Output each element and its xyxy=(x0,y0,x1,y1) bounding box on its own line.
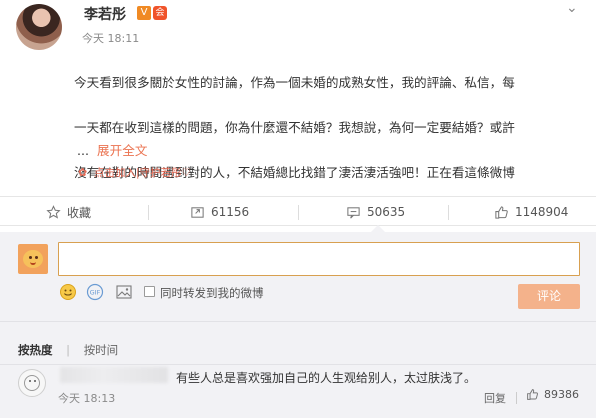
avatar-sketch xyxy=(24,375,40,391)
share-to-my-weibo-label[interactable]: 同时转发到我的微博 xyxy=(160,285,264,301)
commenter-name-blurred[interactable] xyxy=(60,367,168,383)
avatar-eye xyxy=(34,380,36,382)
expand-row: ... 展开全文 xyxy=(77,140,147,159)
divider xyxy=(0,321,596,322)
post-time[interactable]: 今天 18:11 xyxy=(82,30,139,46)
avatar-eye xyxy=(35,256,38,259)
like-count: 1148904 xyxy=(515,205,569,219)
divider xyxy=(516,392,517,404)
comment-like-button[interactable]: 89386 xyxy=(526,388,579,401)
comment-like-count: 89386 xyxy=(544,388,579,401)
sort-by-hot-tab[interactable]: 按热度 xyxy=(18,343,53,357)
flower-icon: ✿ xyxy=(78,165,88,179)
expand-full-text-link[interactable]: 展开全文 xyxy=(97,143,147,158)
comment-input[interactable] xyxy=(58,242,580,276)
join-fan-group-link[interactable]: ✿ 点击加入|守护若彤♡ xyxy=(78,165,191,180)
vip-badge: 会 xyxy=(153,6,167,20)
avatar-face xyxy=(23,250,43,268)
join-text[interactable]: 点击加入|守护若彤♡ xyxy=(94,165,191,180)
divider xyxy=(448,205,449,220)
avatar-eye xyxy=(29,256,32,259)
post-body-line: 今天看到很多關於女性的討論，作為一個未婚的成熟女性，我的評論、私信，每 xyxy=(74,74,515,90)
author-avatar[interactable] xyxy=(16,4,62,50)
action-bar: 收藏 61156 50635 1148904 xyxy=(0,196,596,226)
gif-icon[interactable]: GIF xyxy=(86,283,104,301)
commenter-avatar[interactable] xyxy=(18,369,46,397)
sort-separator: | xyxy=(66,343,71,357)
svg-text:GIF: GIF xyxy=(90,289,101,297)
active-tab-caret xyxy=(371,225,385,232)
emoji-icon[interactable] xyxy=(59,283,77,301)
chevron-down-icon[interactable]: ⌄ xyxy=(566,0,578,16)
favorite-label: 收藏 xyxy=(67,205,92,220)
submit-comment-button[interactable]: 评论 xyxy=(518,284,580,309)
avatar-eye xyxy=(29,380,31,382)
comment-text: 有些人总是喜欢强加自己的人生观给别人，太过肤浅了。 xyxy=(176,371,477,385)
comment-count: 50635 xyxy=(367,205,406,219)
forward-button[interactable]: 61156 xyxy=(190,197,249,227)
star-icon xyxy=(46,204,61,219)
comment-icon xyxy=(347,206,360,218)
sort-by-time-tab[interactable]: 按时间 xyxy=(84,343,119,357)
divider xyxy=(0,364,596,365)
divider xyxy=(298,205,299,220)
divider xyxy=(148,205,149,220)
thumbs-up-icon xyxy=(495,205,508,219)
reply-button[interactable]: 回复 xyxy=(484,390,506,406)
thumbs-up-icon xyxy=(527,389,538,400)
image-icon[interactable] xyxy=(115,283,133,301)
comment-button[interactable]: 50635 xyxy=(346,197,405,227)
author-name[interactable]: 李若彤 xyxy=(84,4,126,24)
verified-badge: V xyxy=(137,6,151,20)
comment-time: 今天 18:13 xyxy=(58,392,116,405)
share-to-my-weibo-checkbox[interactable] xyxy=(144,286,155,297)
forward-icon xyxy=(191,206,204,218)
current-user-avatar[interactable] xyxy=(18,244,48,274)
comment-sort-tabs: 按热度 | 按时间 xyxy=(18,342,118,358)
forward-count: 61156 xyxy=(211,205,250,219)
like-button[interactable]: 1148904 xyxy=(494,197,568,227)
ellipsis: ... xyxy=(77,143,90,158)
favorite-button[interactable]: 收藏 xyxy=(46,197,91,227)
post-body-line: 一天都在收到這樣的問題，你為什麼還不結婚？我想說，為何一定要結婚？或許 xyxy=(74,119,515,135)
